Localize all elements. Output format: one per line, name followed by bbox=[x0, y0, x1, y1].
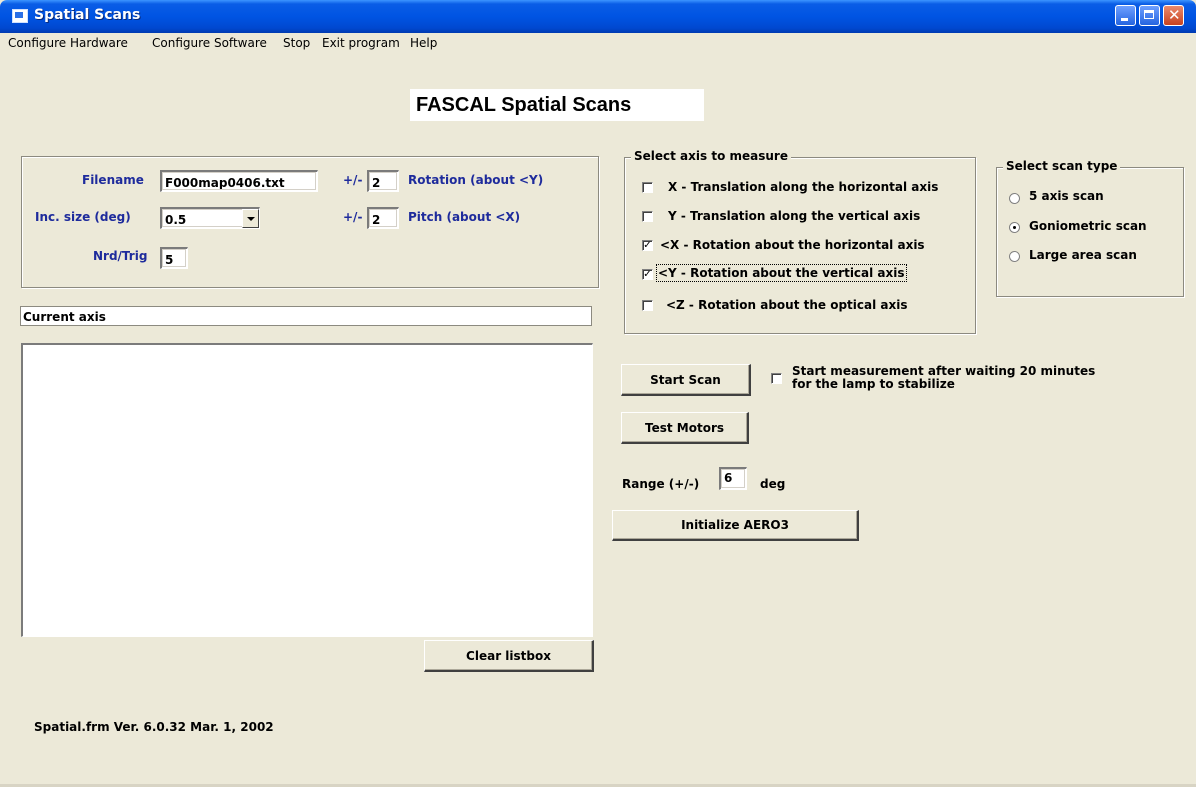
axis-rot-y-label[interactable]: <Y - Rotation about the vertical axis bbox=[656, 264, 907, 282]
app-icon[interactable] bbox=[12, 9, 28, 23]
scan-5-axis-label[interactable]: 5 axis scan bbox=[1029, 189, 1104, 203]
axis-y-checkbox[interactable] bbox=[642, 211, 653, 222]
filename-label: Filename bbox=[82, 173, 144, 187]
initialize-aero3-button[interactable]: Initialize AERO3 bbox=[612, 510, 859, 541]
scan-5-axis-radio[interactable] bbox=[1009, 193, 1020, 204]
inc-size-label: Inc. size (deg) bbox=[35, 210, 131, 224]
close-button[interactable]: ✕ bbox=[1163, 5, 1184, 26]
inc-size-value: 0.5 bbox=[165, 213, 187, 227]
plusminus-label: +/- bbox=[343, 210, 363, 224]
pitch-label: Pitch (about <X) bbox=[408, 210, 521, 224]
test-motors-button[interactable]: Test Motors bbox=[621, 412, 749, 444]
chevron-down-icon[interactable] bbox=[242, 209, 259, 228]
scan-large-area-label[interactable]: Large area scan bbox=[1029, 248, 1137, 262]
page-title: FASCAL Spatial Scans bbox=[410, 89, 704, 121]
window-title: Spatial Scans bbox=[34, 7, 141, 23]
axis-rot-y-checkbox[interactable]: ✓ bbox=[642, 269, 653, 280]
range-field[interactable]: 6 bbox=[719, 467, 747, 490]
wait-lamp-checkbox[interactable] bbox=[771, 373, 782, 384]
clear-listbox-button[interactable]: Clear listbox bbox=[424, 640, 594, 672]
inc-size-dropdown[interactable]: 0.5 bbox=[160, 207, 260, 229]
axis-x-label[interactable]: X - Translation along the horizontal axi… bbox=[668, 180, 938, 194]
axis-select-title: Select axis to measure bbox=[631, 149, 791, 163]
wait-lamp-label-line2: for the lamp to stabilize bbox=[792, 377, 955, 391]
axis-rot-z-label[interactable]: <Z - Rotation about the optical axis bbox=[666, 298, 908, 312]
close-icon: ✕ bbox=[1168, 6, 1181, 24]
title-bar[interactable]: Spatial Scans ✕ bbox=[0, 0, 1196, 33]
scan-large-area-radio[interactable] bbox=[1009, 251, 1020, 262]
current-axis-label: Current axis bbox=[20, 306, 592, 326]
maximize-button[interactable] bbox=[1139, 5, 1160, 26]
menu-stop[interactable]: Stop bbox=[283, 36, 310, 50]
filename-field[interactable]: F000map0406.txt bbox=[160, 170, 318, 192]
axis-rot-z-checkbox[interactable] bbox=[642, 300, 653, 311]
nrd-trig-field[interactable]: 5 bbox=[160, 247, 188, 269]
scan-goniometric-radio[interactable] bbox=[1009, 222, 1020, 233]
axis-rot-x-label[interactable]: <X - Rotation about the horizontal axis bbox=[660, 238, 925, 252]
rotation-tolerance-field[interactable]: 2 bbox=[367, 170, 399, 192]
range-label: Range (+/-) bbox=[622, 477, 700, 491]
range-unit-label: deg bbox=[760, 477, 786, 491]
results-listbox[interactable] bbox=[21, 343, 593, 637]
menu-exit-program[interactable]: Exit program bbox=[322, 36, 400, 50]
axis-rot-x-checkbox[interactable]: ✓ bbox=[642, 240, 653, 251]
menu-help[interactable]: Help bbox=[410, 36, 437, 50]
menu-bar: Configure Hardware Configure Software St… bbox=[0, 33, 1196, 53]
menu-configure-software[interactable]: Configure Software bbox=[152, 36, 267, 50]
plusminus-label: +/- bbox=[343, 173, 363, 187]
scan-type-title: Select scan type bbox=[1003, 159, 1121, 173]
menu-configure-hardware[interactable]: Configure Hardware bbox=[8, 36, 128, 50]
scan-goniometric-label[interactable]: Goniometric scan bbox=[1029, 219, 1147, 233]
version-label: Spatial.frm Ver. 6.0.32 Mar. 1, 2002 bbox=[34, 720, 274, 734]
checkmark-icon: ✓ bbox=[643, 240, 652, 251]
axis-y-label[interactable]: Y - Translation along the vertical axis bbox=[668, 209, 920, 223]
checkmark-icon: ✓ bbox=[643, 269, 652, 280]
rotation-label: Rotation (about <Y) bbox=[408, 173, 544, 187]
minimize-button[interactable] bbox=[1115, 5, 1136, 26]
axis-x-checkbox[interactable] bbox=[642, 182, 653, 193]
pitch-tolerance-field[interactable]: 2 bbox=[367, 207, 399, 229]
wait-lamp-label-line1: Start measurement after waiting 20 minut… bbox=[792, 364, 1096, 378]
start-scan-button[interactable]: Start Scan bbox=[621, 364, 751, 396]
nrd-trig-label: Nrd/Trig bbox=[93, 249, 148, 263]
